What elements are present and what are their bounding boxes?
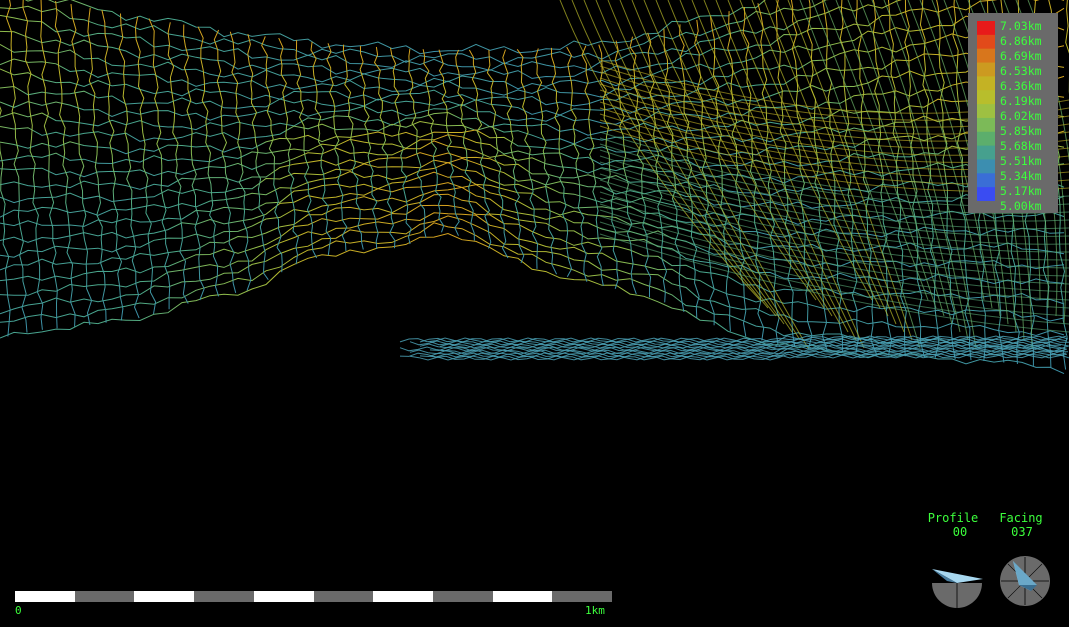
mesh-contour [24, 0, 766, 55]
terrain-wireframe[interactable] [0, 0, 1069, 627]
legend-swatch [977, 159, 995, 174]
legend-label: 5.68km [1000, 139, 1042, 153]
scale-segment [134, 591, 195, 602]
mesh-column [502, 49, 525, 264]
mesh-column [408, 48, 427, 238]
scale-segment [15, 591, 76, 602]
mesh-column [118, 13, 140, 319]
elevation-legend: 7.03km 6.86km 6.69km 6.53km 6.36km 6.19km 6.02… [968, 13, 1058, 213]
scale-end-label: 1km [585, 604, 605, 617]
legend-label: 5.17km [1000, 184, 1042, 198]
scale-segment [432, 591, 494, 602]
mesh-contour [0, 193, 1065, 285]
legend-color-bar [977, 21, 995, 201]
mesh-column [87, 7, 107, 323]
legend-label: 5.85km [1000, 124, 1042, 138]
mesh-column [535, 48, 558, 275]
legend-swatch [977, 104, 995, 119]
legend-swatch [977, 76, 995, 91]
scale-segment [253, 591, 314, 602]
mesh-contour [0, 0, 902, 71]
ridge-line [763, 0, 897, 325]
legend-label: 6.86km [1000, 34, 1042, 48]
legend-swatch [977, 48, 995, 64]
mesh-column [438, 49, 460, 236]
facing-value: 037 [1011, 525, 1033, 539]
legend-label: 7.03km [1000, 19, 1042, 33]
legend-swatch [977, 21, 995, 36]
mesh-contour [0, 24, 1065, 98]
legend-label: 6.02km [1000, 109, 1042, 123]
legend-label: 5.51km [1000, 154, 1042, 168]
mesh-column [373, 46, 396, 249]
legend-label: 6.19km [1000, 94, 1042, 108]
legend-swatch [977, 173, 995, 188]
legend-label: 6.36km [1000, 79, 1042, 93]
mesh-column [1065, 0, 1069, 95]
scale-segment [74, 591, 135, 602]
legend-swatch [977, 34, 995, 50]
profile-value: 00 [952, 525, 968, 539]
legend-label: 6.53km [1000, 64, 1042, 78]
scale-segment [552, 591, 613, 602]
legend-swatch [977, 90, 995, 105]
facing-label: Facing [999, 511, 1043, 525]
profile-indicator-icon[interactable] [929, 555, 985, 611]
profile-label: Profile [927, 511, 979, 525]
mesh-column [390, 47, 412, 245]
legend-label: 5.34km [1000, 169, 1042, 183]
legend-swatch [977, 62, 995, 77]
legend-swatch [977, 145, 995, 160]
mesh-column [887, 0, 907, 357]
mesh-column [134, 16, 157, 314]
scale-bar [15, 591, 613, 602]
mesh-column [101, 9, 124, 321]
scale-start-label: 0 [15, 604, 22, 617]
legend-swatch [977, 187, 995, 201]
mesh-column [261, 36, 283, 273]
scale-segment [194, 591, 255, 602]
legend-label: 5.00km [1000, 199, 1042, 213]
terrain-viewport[interactable]: 7.03km 6.86km 6.69km 6.53km 6.36km 6.19km 6.02… [0, 0, 1069, 627]
legend-swatch [977, 117, 995, 133]
mesh-column [872, 0, 893, 356]
valley-floor-lines [399, 335, 1069, 361]
compass-rose-icon[interactable] [997, 555, 1053, 611]
scale-segment [373, 591, 434, 602]
scale-segment [492, 591, 553, 602]
scale-segment [313, 591, 374, 602]
legend-label: 6.69km [1000, 49, 1042, 63]
mesh-column [0, 105, 11, 337]
legend-swatch [977, 131, 995, 147]
terrain-mesh [0, 0, 1069, 375]
mesh-column [40, 0, 58, 329]
mesh-contour [0, 0, 1065, 79]
mesh-column [22, 0, 44, 330]
